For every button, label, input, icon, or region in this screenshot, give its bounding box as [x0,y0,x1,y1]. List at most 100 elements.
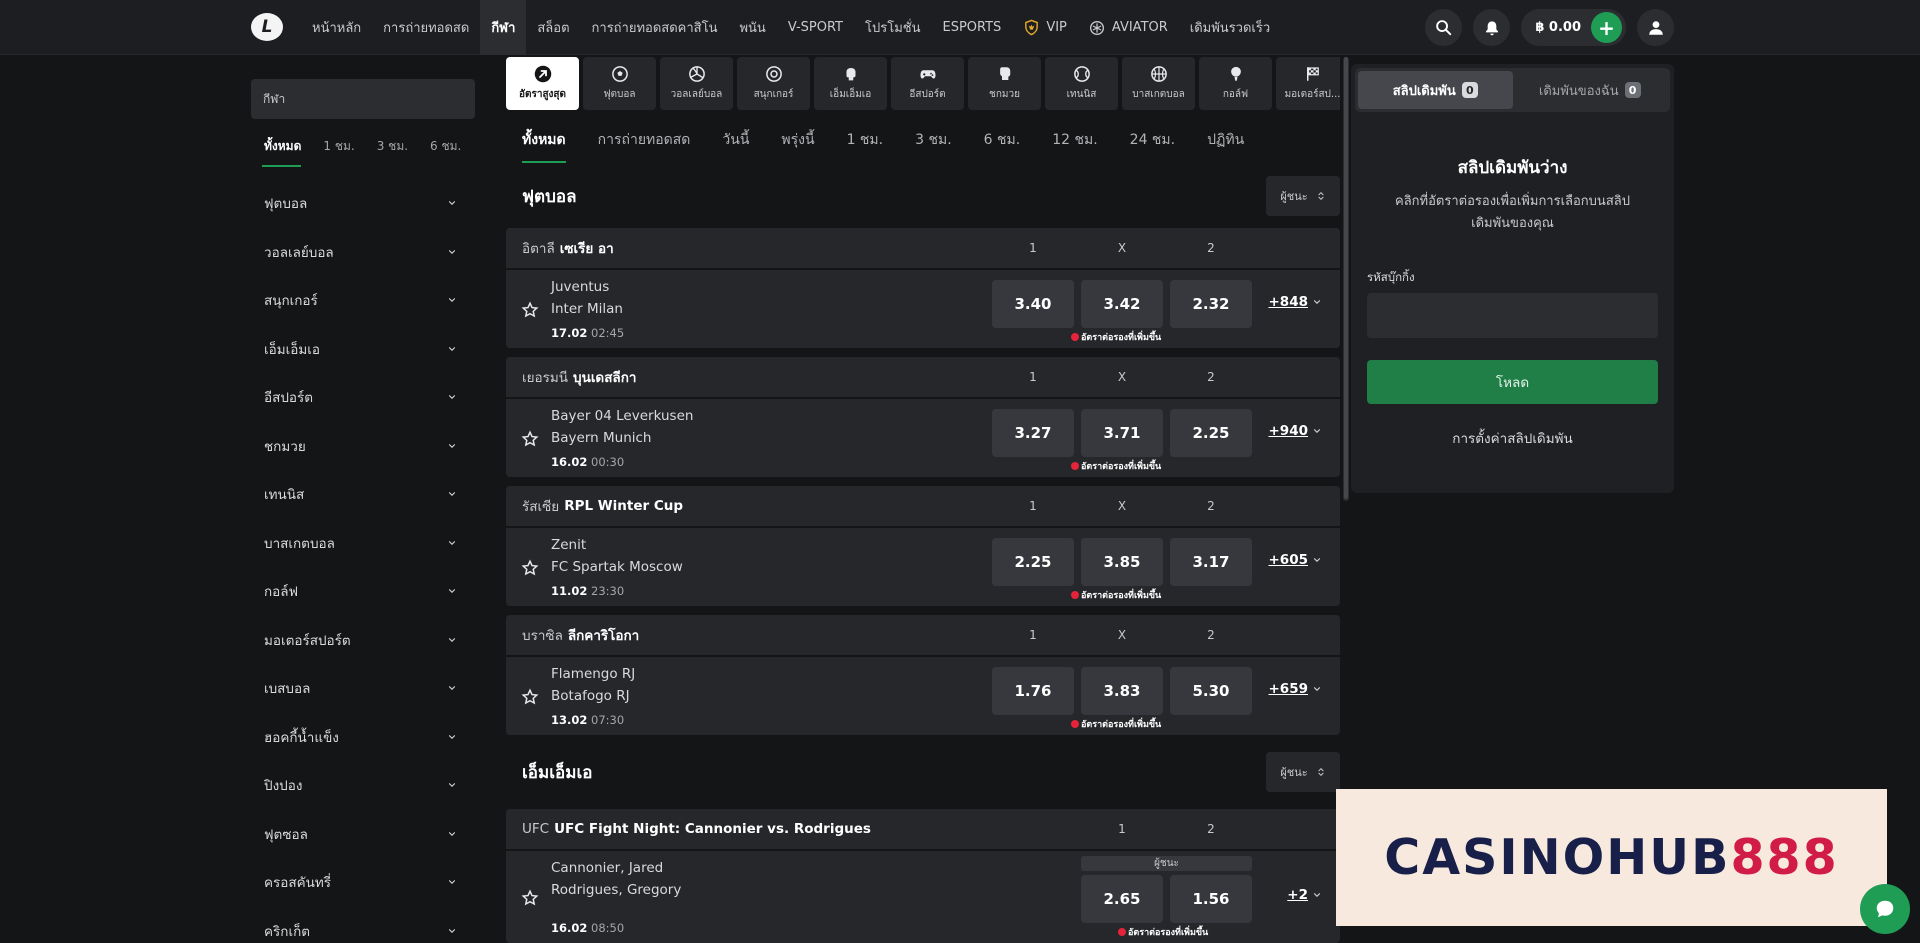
sidebar-search-input[interactable]: กีฬา [251,79,475,119]
sport-tile-10[interactable]: มอเตอร์สป... [1276,57,1340,110]
odds-button[interactable]: 2.25 [992,538,1074,586]
sidebar-item-9[interactable]: มอเตอร์สปอร์ต [251,616,475,665]
sport-tile-9[interactable]: กอล์ฟ [1199,57,1272,110]
sport-tile-1[interactable]: ฟุตบอล [583,57,656,110]
nav-link-3[interactable]: สล็อต [526,0,580,55]
odds-button[interactable]: 3.27 [992,409,1074,457]
time-tab-5[interactable]: 3 ชม. [915,115,952,165]
sidebar-time-tab-0[interactable]: ทั้งหมด [251,137,309,167]
notifications-button[interactable] [1473,9,1511,46]
more-markets-link[interactable]: +848 [1269,294,1323,310]
odds-button[interactable]: 3.71 [1081,409,1163,457]
nav-link-8[interactable]: ESPORTS [931,0,1012,55]
time-tab-2[interactable]: วันนี้ [722,115,749,165]
sidebar-time-tab-2[interactable]: 3 ชม. [363,137,416,167]
tab-bet-slip[interactable]: สลิปเดิมพัน 0 [1358,71,1513,109]
time-tab-4[interactable]: 1 ชม. [847,115,884,165]
sport-tile-4[interactable]: เอ็มเอ็มเอ [814,57,887,110]
deposit-plus-button[interactable]: + [1591,12,1622,43]
nav-link-2[interactable]: กีฬา [480,0,527,55]
market-sort-dropdown[interactable]: ผู้ชนะ [1266,176,1340,216]
sidebar-time-tab-4[interactable]: 12 ชม. [469,137,475,167]
more-markets-link[interactable]: +2 [1287,887,1322,903]
favorite-star-button[interactable] [521,889,539,907]
sport-tile-2[interactable]: วอลเลย์บอล [660,57,733,110]
more-markets-link[interactable]: +659 [1269,681,1323,697]
more-markets-link[interactable]: +605 [1269,552,1323,568]
sidebar-item-14[interactable]: ครอสคันทรี่ [251,858,475,907]
brand-logo[interactable]: L [251,13,283,41]
match-row[interactable]: Juventus Inter Milan 17.02 02:45 3.40 3.42 2.… [506,270,1340,348]
sidebar-item-13[interactable]: ฟุตซอล [251,810,475,859]
sport-tile-0[interactable]: อัตราสูงสุด [506,57,579,110]
match-row[interactable]: Cannonier, Jared Rodrigues, Gregory 16.02 … [506,851,1340,943]
time-tab-8[interactable]: 24 ชม. [1130,115,1175,165]
odds-button[interactable]: 2.65 [1081,875,1163,923]
load-button[interactable]: โหลด [1367,360,1658,404]
sidebar-item-7[interactable]: บาสเกตบอล [251,519,475,568]
sidebar-item-3[interactable]: เอ็มเอ็มเอ [251,325,475,374]
sidebar-item-11[interactable]: ฮอคกี้น้ำแข็ง [251,713,475,762]
nav-link-10[interactable]: AVIATOR [1078,0,1179,55]
bet-slip-settings-link[interactable]: การตั้งค่าสลิปเดิมพัน [1351,427,1674,449]
events-scrollbar-thumb[interactable] [1344,57,1348,499]
nav-link-9[interactable]: VIP [1012,0,1078,55]
wallet-balance[interactable]: ฿ 0.00 + [1521,9,1626,46]
match-row[interactable]: Bayer 04 Leverkusen Bayern Munich 16.02 00… [506,399,1340,477]
sidebar-time-tab-3[interactable]: 6 ชม. [416,137,469,167]
odds-button[interactable]: 3.17 [1170,538,1252,586]
sidebar-item-1[interactable]: วอลเลย์บอล [251,228,475,277]
nav-link-4[interactable]: การถ่ายทอดสดคาสิโน [581,0,729,55]
nav-link-5[interactable]: พนัน [728,0,776,55]
sidebar-item-8[interactable]: กอล์ฟ [251,567,475,616]
favorite-star-button[interactable] [521,559,539,577]
odds-button[interactable]: 3.85 [1081,538,1163,586]
sidebar-item-15[interactable]: คริกเก็ต [251,907,475,943]
sidebar-item-4[interactable]: อีสปอร์ต [251,373,475,422]
time-tab-0[interactable]: ทั้งหมด [522,115,566,165]
odds-button[interactable]: 3.83 [1081,667,1163,715]
time-tab-1[interactable]: การถ่ายทอดสด [598,115,691,165]
sidebar-item-0[interactable]: ฟุตบอล [251,179,475,228]
tab-my-bets[interactable]: เดิมพันของฉัน 0 [1513,71,1668,109]
sidebar-item-10[interactable]: เบสบอล [251,664,475,713]
favorite-star-button[interactable] [521,688,539,706]
booking-code-input[interactable] [1367,293,1658,338]
odds-button[interactable]: 1.76 [992,667,1074,715]
sport-tile-8[interactable]: บาสเกตบอล [1122,57,1195,110]
sport-tile-7[interactable]: เทนนิส [1045,57,1118,110]
sport-tile-6[interactable]: ชกมวย [968,57,1041,110]
chat-button[interactable] [1860,884,1910,934]
nav-link-11[interactable]: เดิมพันรวดเร็ว [1179,0,1281,55]
nav-link-1[interactable]: การถ่ายทอดสด [372,0,480,55]
odds-button[interactable]: 2.32 [1170,280,1252,328]
sidebar-time-tab-1[interactable]: 1 ชม. [309,137,362,167]
odds-button[interactable]: 3.42 [1081,280,1163,328]
sport-tile-5[interactable]: อีสปอร์ต [891,57,964,110]
sidebar-item-2[interactable]: สนุกเกอร์ [251,276,475,325]
odds-button[interactable]: 1.56 [1170,875,1252,923]
more-markets-link[interactable]: +940 [1269,423,1323,439]
sidebar-item-12[interactable]: ปิงปอง [251,761,475,810]
time-tab-7[interactable]: 12 ชม. [1052,115,1097,165]
odds-button[interactable]: 5.30 [1170,667,1252,715]
sport-tile-3[interactable]: สนุกเกอร์ [737,57,810,110]
favorite-star-button[interactable] [521,301,539,319]
sidebar-item-5[interactable]: ชกมวย [251,422,475,471]
sidebar-item-6[interactable]: เทนนิส [251,470,475,519]
nav-link-7[interactable]: โปรโมชั่น [854,0,931,55]
favorite-star-button[interactable] [521,430,539,448]
casinohub-ad-banner[interactable]: CASINOHUB888 [1336,789,1887,926]
market-sort-dropdown[interactable]: ผู้ชนะ [1266,752,1340,792]
nav-link-6[interactable]: V-SPORT [777,0,854,55]
time-tab-6[interactable]: 6 ชม. [984,115,1021,165]
nav-link-0[interactable]: หน้าหลัก [301,0,372,55]
time-tab-9[interactable]: ปฏิทิน [1207,115,1244,165]
odds-button[interactable]: 2.25 [1170,409,1252,457]
profile-button[interactable] [1637,9,1674,46]
odds-button[interactable]: 3.40 [992,280,1074,328]
match-row[interactable]: Zenit FC Spartak Moscow 11.02 23:30 2.25 3.8… [506,528,1340,606]
match-row[interactable]: Flamengo RJ Botafogo RJ 13.02 07:30 1.76 3.8… [506,657,1340,735]
search-button[interactable] [1425,9,1463,46]
time-tab-3[interactable]: พรุ่งนี้ [781,115,814,165]
